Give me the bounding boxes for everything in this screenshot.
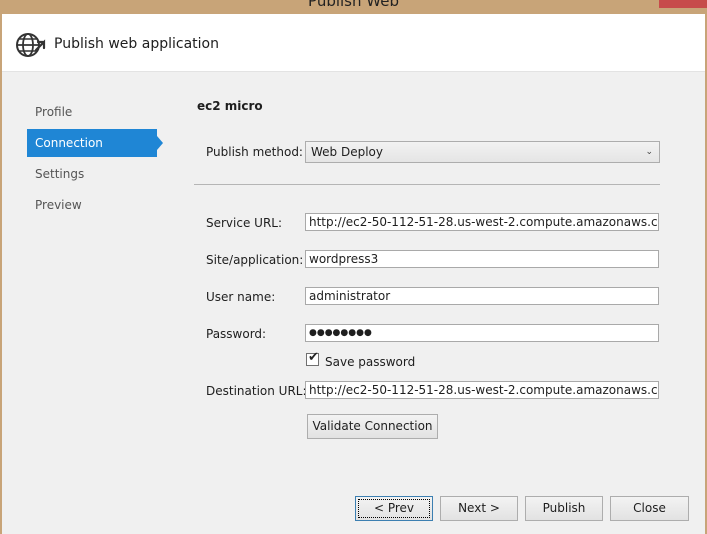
publish-method-value: Web Deploy (311, 145, 383, 159)
validate-connection-button[interactable]: Validate Connection (307, 414, 438, 439)
dialog-title: Publish web application (54, 36, 219, 52)
user-name-label: User name: (206, 290, 276, 304)
destination-url-label: Destination URL: (206, 384, 307, 398)
site-application-input[interactable]: wordpress3 (305, 250, 659, 268)
service-url-label: Service URL: (206, 216, 283, 230)
save-password-label[interactable]: Save password (325, 355, 415, 369)
nav-item-preview[interactable]: Preview (27, 191, 162, 219)
site-application-label: Site/application: (206, 253, 304, 267)
globe-publish-icon (16, 33, 46, 57)
window-close-button[interactable] (659, 0, 707, 8)
service-url-input[interactable]: http://ec2-50-112-51-28.us-west-2.comput… (305, 213, 659, 231)
section-divider (194, 184, 660, 185)
wizard-nav: Profile Connection Settings Preview (27, 98, 163, 222)
title-bar: Publish Web (0, 0, 707, 14)
nav-item-settings[interactable]: Settings (27, 160, 162, 188)
save-password-checkbox[interactable]: ✔ (306, 350, 319, 366)
publish-method-select[interactable]: Web Deploy ⌄ (305, 141, 660, 163)
nav-item-profile[interactable]: Profile (27, 98, 162, 126)
publish-button[interactable]: Publish (525, 496, 603, 521)
chevron-down-icon: ⌄ (645, 147, 653, 157)
checkmark-icon: ✔ (308, 350, 319, 365)
password-label: Password: (206, 327, 267, 341)
prev-button[interactable]: < Prev (355, 496, 433, 521)
user-name-input[interactable]: administrator (305, 287, 659, 305)
password-input[interactable]: ●●●●●●●● (305, 324, 659, 342)
nav-item-connection[interactable]: Connection (27, 129, 163, 157)
close-button[interactable]: Close (610, 496, 689, 521)
destination-url-input[interactable]: http://ec2-50-112-51-28.us-west-2.comput… (305, 381, 659, 399)
next-button[interactable]: Next > (440, 496, 518, 521)
profile-name-heading: ec2 micro (197, 99, 263, 113)
publish-method-label: Publish method: (206, 145, 303, 159)
window-title: Publish Web (308, 0, 399, 10)
dialog-header: Publish web application (2, 14, 705, 72)
window-border-left (0, 14, 2, 534)
